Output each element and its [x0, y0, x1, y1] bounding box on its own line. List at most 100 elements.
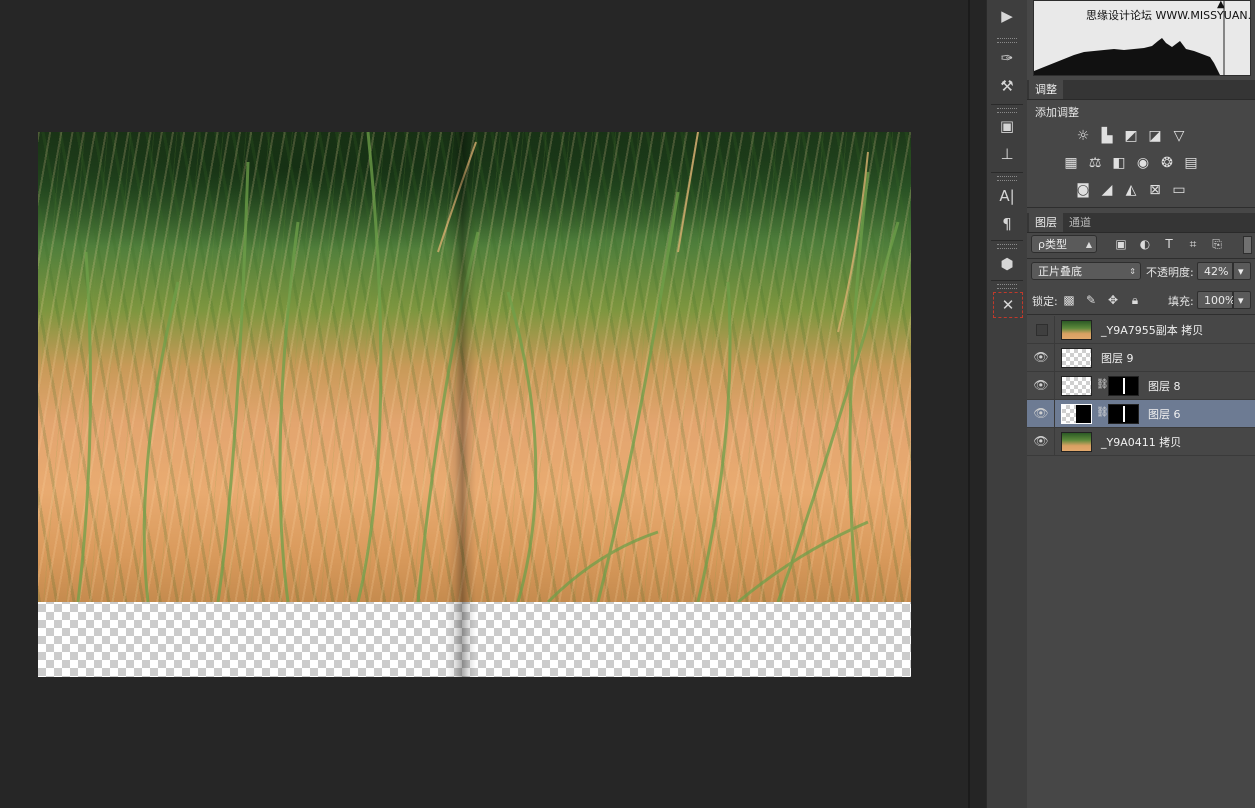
lock-position-move-icon[interactable]: ✥: [1105, 292, 1121, 308]
black-white-icon[interactable]: ◧: [1109, 153, 1129, 173]
layer-thumbnail: [1061, 348, 1092, 368]
grip-handle[interactable]: [997, 108, 1017, 113]
panel-separator: [1027, 207, 1255, 208]
hue-saturation-icon[interactable]: ▦: [1061, 153, 1081, 173]
row-divider: [1054, 428, 1055, 455]
photo-filter-icon[interactable]: ◉: [1133, 153, 1153, 173]
tool-separator: [991, 240, 1023, 241]
tool-presets-icon[interactable]: ⚒: [993, 74, 1021, 98]
layer-thumbnail: [1061, 320, 1092, 340]
gradient-map-icon[interactable]: ▭: [1169, 180, 1189, 200]
fill-input[interactable]: 100%: [1197, 291, 1235, 309]
spinner-arrows-icon: ▲: [1085, 240, 1092, 249]
adjustments-tab-bar: 调整: [1027, 80, 1255, 100]
clone-source-icon[interactable]: ⊥: [993, 142, 1021, 166]
vibrance-icon[interactable]: ▽: [1169, 126, 1189, 146]
tool-separator: [991, 280, 1023, 281]
right-panels: 思缘设计论坛 WWW.MISSYUAN.COM ▲ 调整 添加调整 ☼ ▙ ◩ …: [1027, 0, 1255, 808]
filter-toggle-switch[interactable]: [1243, 236, 1252, 254]
page-fold-shadow: [446, 132, 476, 677]
close-icon[interactable]: ✕: [993, 292, 1023, 318]
opacity-input[interactable]: 42%: [1197, 262, 1233, 280]
lock-transparent-icon[interactable]: ▩: [1061, 292, 1077, 308]
row-divider: [1054, 344, 1055, 371]
grip-handle[interactable]: [997, 284, 1017, 289]
histogram-panel: 思缘设计论坛 WWW.MISSYUAN.COM ▲: [1033, 0, 1251, 76]
layer-name[interactable]: _Y9A7955副本 拷贝: [1101, 322, 1203, 338]
eye-icon[interactable]: 👁︎: [1033, 405, 1049, 421]
panel-separator: [1027, 314, 1255, 315]
color-balance-icon[interactable]: ⚖: [1085, 153, 1105, 173]
layer-name[interactable]: _Y9A0411 拷贝: [1101, 434, 1181, 450]
layer-name[interactable]: 图层 9: [1101, 350, 1134, 366]
filter-type-icon[interactable]: T: [1161, 236, 1177, 252]
layer-row-selected[interactable]: 👁︎ ⛓︎ 图层 6: [1027, 400, 1255, 428]
grip-handle[interactable]: [997, 176, 1017, 181]
layer-mask-thumbnail[interactable]: [1108, 404, 1139, 424]
lock-image-brush-icon[interactable]: ✎: [1083, 292, 1099, 308]
layer-mask-thumbnail[interactable]: [1108, 376, 1139, 396]
document-canvas[interactable]: [38, 132, 911, 677]
color-lookup-icon[interactable]: ▤: [1181, 153, 1201, 173]
paragraph-icon[interactable]: ¶: [993, 212, 1021, 236]
brush-presets-icon[interactable]: ✑: [993, 46, 1021, 70]
eye-icon[interactable]: 👁︎: [1033, 433, 1049, 449]
row-divider: [1054, 372, 1055, 399]
blend-mode-select[interactable]: 正片叠底 ⇕: [1031, 262, 1141, 280]
filter-smart-object-icon[interactable]: ⎘: [1209, 236, 1225, 252]
tab-layers[interactable]: 图层: [1029, 213, 1063, 232]
filter-shape-icon[interactable]: ⌗: [1185, 236, 1201, 252]
exposure-icon[interactable]: ◪: [1145, 126, 1165, 146]
grip-handle[interactable]: [997, 38, 1017, 43]
3d-cube-icon[interactable]: ⬢: [993, 252, 1021, 276]
tab-channels[interactable]: 通道: [1063, 213, 1097, 232]
filter-adjustment-icon[interactable]: ◐: [1137, 236, 1153, 252]
link-chain-icon[interactable]: ⛓︎: [1096, 379, 1109, 390]
play-icon[interactable]: ▶: [993, 4, 1021, 28]
layer-row[interactable]: 👁︎ _Y9A0411 拷贝: [1027, 428, 1255, 456]
visibility-toggle-off[interactable]: [1036, 324, 1048, 336]
3d-icon[interactable]: ▣: [993, 114, 1021, 138]
curves-icon[interactable]: ◩: [1121, 126, 1141, 146]
layer-thumbnail: [1061, 376, 1092, 396]
layer-row[interactable]: 👁︎ ⛓︎ 图层 8: [1027, 372, 1255, 400]
warning-triangle-icon[interactable]: ▲: [1217, 1, 1225, 10]
tool-separator: [991, 172, 1023, 173]
row-divider: [1054, 316, 1055, 343]
panel-divider[interactable]: [968, 0, 970, 808]
brightness-contrast-icon[interactable]: ☼: [1073, 126, 1093, 146]
layer-row[interactable]: _Y9A7955副本 拷贝: [1027, 316, 1255, 344]
threshold-icon[interactable]: ◭: [1121, 180, 1141, 200]
layer-row[interactable]: 👁︎ 图层 9: [1027, 344, 1255, 372]
layer-filter-select[interactable]: ρ类型 ▲: [1031, 235, 1097, 253]
link-chain-icon[interactable]: ⛓︎: [1096, 407, 1109, 418]
opacity-dropdown-button[interactable]: ▾: [1233, 262, 1251, 280]
lock-label: 锁定:: [1032, 295, 1058, 308]
character-icon[interactable]: A|: [993, 184, 1021, 208]
add-adjustment-label: 添加调整: [1035, 106, 1079, 119]
watermark-text: 思缘设计论坛 WWW.MISSYUAN.COM: [1086, 9, 1251, 22]
eye-icon[interactable]: 👁︎: [1033, 349, 1049, 365]
blend-mode-value: 正片叠底: [1038, 265, 1082, 278]
row-divider: [1054, 400, 1055, 427]
grip-handle[interactable]: [997, 244, 1017, 249]
panel-separator: [1027, 258, 1255, 259]
layer-filter-value: ρ类型: [1038, 238, 1067, 251]
opacity-label: 不透明度:: [1146, 266, 1194, 279]
tab-adjustments[interactable]: 调整: [1029, 80, 1063, 99]
posterize-icon[interactable]: ◢: [1097, 180, 1117, 200]
canvas-area[interactable]: [0, 0, 970, 808]
eye-icon[interactable]: 👁︎: [1033, 377, 1049, 393]
channel-mixer-icon[interactable]: ❂: [1157, 153, 1177, 173]
fill-label: 填充:: [1168, 295, 1194, 308]
filter-pixel-icon[interactable]: ▣: [1113, 236, 1129, 252]
selective-color-icon[interactable]: ⊠: [1145, 180, 1165, 200]
lock-all-icon[interactable]: 🔒︎: [1127, 292, 1143, 308]
fill-dropdown-button[interactable]: ▾: [1233, 291, 1251, 309]
layer-name[interactable]: 图层 6: [1148, 406, 1181, 422]
layer-name[interactable]: 图层 8: [1148, 378, 1181, 394]
layers-tab-bar: 图层 通道: [1027, 213, 1255, 233]
layer-thumbnail: [1061, 404, 1092, 424]
invert-icon[interactable]: ◙: [1073, 180, 1093, 200]
levels-icon[interactable]: ▙: [1097, 126, 1117, 146]
